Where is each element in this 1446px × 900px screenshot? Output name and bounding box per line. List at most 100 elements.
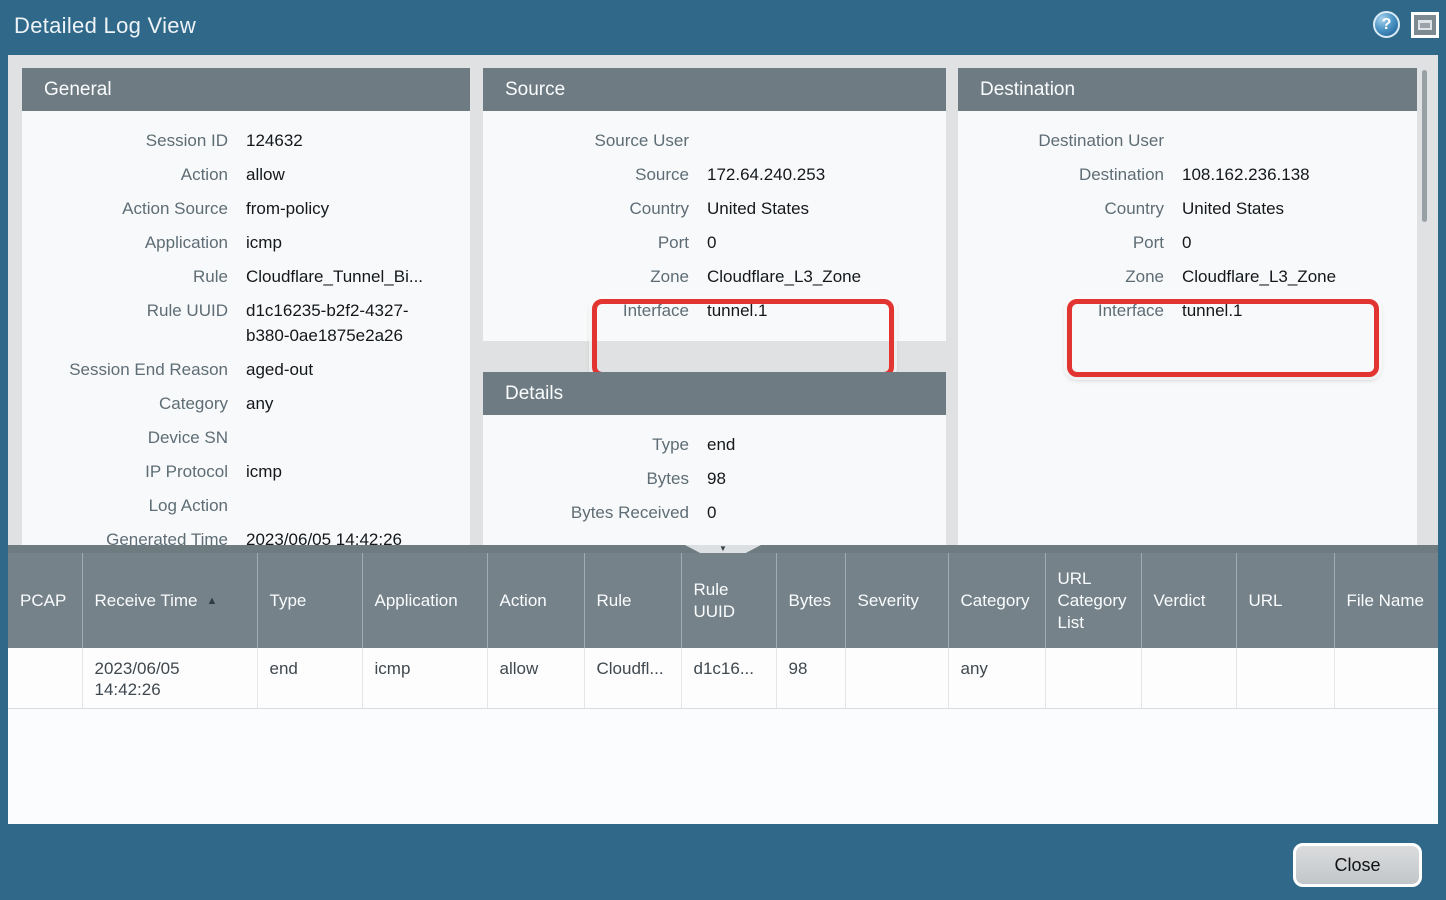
column-header-url-category-list[interactable]: URL Category List [1045,553,1141,648]
field-row-session-id: Session ID124632 [22,124,470,158]
column-header-rule-uuid[interactable]: Rule UUID [681,553,776,648]
cell-receive-time: 2023/06/05 14:42:26 [82,648,257,709]
field-row-session-end-reason: Session End Reasonaged-out [22,353,470,387]
column-header-application[interactable]: Application [362,553,487,648]
field-value [707,124,946,158]
field-row-country: CountryUnited States [483,192,946,226]
field-row-port: Port0 [958,226,1417,260]
column-label: Rule [597,591,632,610]
field-value: 0 [1182,226,1417,260]
column-header-bytes[interactable]: Bytes [776,553,845,648]
column-label: Rule UUID [694,580,736,621]
field-row-source-user: Source User [483,124,946,158]
column-label: URL Category List [1058,569,1127,632]
field-row-zone: ZoneCloudflare_L3_Zone [483,260,946,294]
column-header-category[interactable]: Category [948,553,1045,648]
detail-panels-area: General Session ID124632 Actionallow Act… [8,55,1438,545]
field-row-port: Port0 [483,226,946,260]
destination-panel-body: Destination User Destination108.162.236.… [958,111,1417,328]
column-header-pcap[interactable]: PCAP [8,553,82,648]
table-row[interactable]: 2023/06/05 14:42:26 end icmp allow Cloud… [8,648,1438,709]
field-label: Rule [22,260,246,294]
column-label: Type [270,591,307,610]
vertical-scrollbar[interactable] [1422,70,1427,222]
field-row-device-sn: Device SN [22,421,470,455]
field-label: Source User [483,124,707,158]
field-row-application: Applicationicmp [22,226,470,260]
field-value: 2023/06/05 14:42:26 [246,523,470,545]
field-value: Cloudflare_Tunnel_Bi... [246,260,470,294]
field-label: Bytes [483,462,707,496]
cell-file-name [1334,648,1438,709]
page-title: Detailed Log View [14,13,196,39]
field-value: 98 [707,462,946,496]
field-value [246,421,470,455]
cell-verdict [1141,648,1236,709]
field-row-rule-uuid: Rule UUIDd1c16235-b2f2-4327-b380-0ae1875… [22,294,470,353]
general-panel-header: General [22,68,470,111]
source-panel-header: Source [483,68,946,111]
cell-action: allow [487,648,584,709]
column-label: PCAP [20,591,66,610]
splitter[interactable]: ▼ [8,545,1438,553]
field-label: Port [483,226,707,260]
field-label: Source [483,158,707,192]
column-header-type[interactable]: Type [257,553,362,648]
column-label: URL [1249,591,1283,610]
field-value: 124632 [246,124,470,158]
column-header-url[interactable]: URL [1236,553,1334,648]
maximize-icon[interactable] [1411,12,1439,38]
field-label: Zone [958,260,1182,294]
field-value: 0 [707,226,946,260]
field-row-rule: RuleCloudflare_Tunnel_Bi... [22,260,470,294]
field-row-source: Source172.64.240.253 [483,158,946,192]
field-label: Device SN [22,421,246,455]
field-value: Cloudflare_L3_Zone [707,260,946,294]
help-icon[interactable]: ? [1373,11,1400,38]
field-value: tunnel.1 [1182,294,1417,328]
field-label: IP Protocol [22,455,246,489]
field-label: Action [22,158,246,192]
general-panel-body: Session ID124632 Actionallow Action Sour… [22,111,470,545]
cell-application: icmp [362,648,487,709]
field-value: icmp [246,226,470,260]
field-value: icmp [246,455,470,489]
field-value: 108.162.236.138 [1182,158,1417,192]
details-panel: Details Typeend Bytes98 Bytes Received0 [483,372,946,545]
field-row-ip-protocol: IP Protocolicmp [22,455,470,489]
cell-rule: Cloudfl... [584,648,681,709]
field-label: Rule UUID [22,294,246,353]
field-row-category: Categoryany [22,387,470,421]
sort-ascending-icon: ▲ [206,590,217,612]
column-header-file-name[interactable]: File Name [1334,553,1438,648]
field-row-interface: Interfacetunnel.1 [483,294,946,328]
field-row-log-action: Log Action [22,489,470,523]
cell-type: end [257,648,362,709]
maximize-glyph [1418,20,1432,30]
field-value [246,489,470,523]
column-header-verdict[interactable]: Verdict [1141,553,1236,648]
column-header-severity[interactable]: Severity [845,553,948,648]
field-value: 172.64.240.253 [707,158,946,192]
field-label: Bytes Received [483,496,707,530]
field-value [1182,124,1417,158]
field-label: Type [483,428,707,462]
general-panel: General Session ID124632 Actionallow Act… [22,68,470,545]
field-label: Session ID [22,124,246,158]
cell-bytes: 98 [776,648,845,709]
cell-url-category-list [1045,648,1141,709]
close-button[interactable]: Close [1293,843,1422,887]
source-panel-body: Source User Source172.64.240.253 Country… [483,111,946,328]
collapse-handle[interactable]: ▼ [685,545,761,553]
cell-category: any [948,648,1045,709]
column-label: Receive Time [95,590,198,612]
field-label: Country [958,192,1182,226]
column-header-receive-time[interactable]: Receive Time ▲ [82,553,257,648]
column-header-rule[interactable]: Rule [584,553,681,648]
field-label: Action Source [22,192,246,226]
column-header-action[interactable]: Action [487,553,584,648]
field-value: aged-out [246,353,470,387]
field-label: Country [483,192,707,226]
column-label: Verdict [1154,591,1206,610]
help-glyph: ? [1382,16,1392,34]
